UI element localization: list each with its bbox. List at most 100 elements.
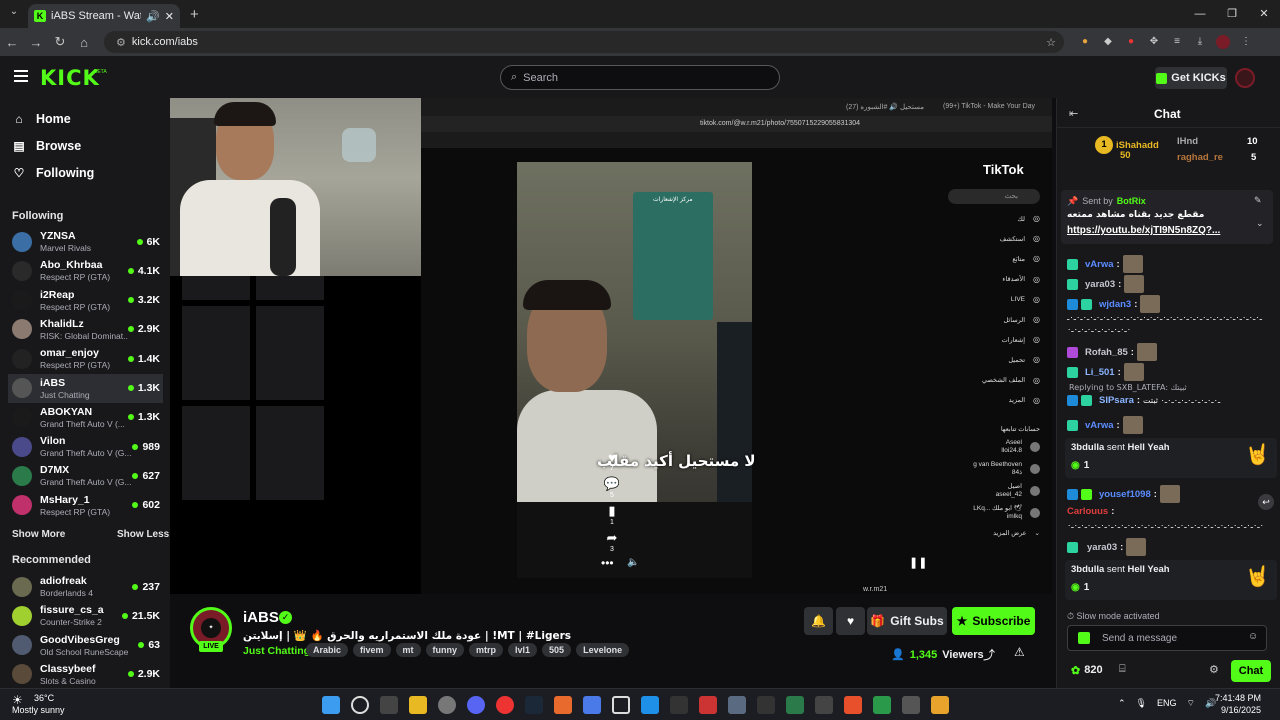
media-control-icon[interactable]: ≡ xyxy=(1170,35,1184,49)
clock[interactable]: 7:41:48 PM 9/16/2025 xyxy=(1215,692,1261,716)
app-icon[interactable] xyxy=(554,696,572,714)
url-field[interactable]: ⚙ kick.com/iabs ☆ xyxy=(104,31,1064,53)
minimize-icon[interactable]: — xyxy=(1184,0,1216,28)
tiktok-following-account[interactable]: LKq... ابو ملك 🕊 imlkq xyxy=(973,505,1040,521)
tag-fivem[interactable]: fivem xyxy=(353,643,391,657)
profile-icon[interactable] xyxy=(1216,35,1230,49)
bookmark-star-icon[interactable]: ☆ xyxy=(1046,36,1056,49)
sidebar-channel-abokyan[interactable]: ABOKYAN Grand Theft Auto V (... 1.3K xyxy=(8,403,163,432)
nav-home[interactable]: ⌂ Home xyxy=(12,112,70,126)
tiktok-nav-item[interactable]: لك ◎ xyxy=(1018,214,1040,223)
nav-following[interactable]: ♡ Following xyxy=(12,166,95,180)
app-icon[interactable] xyxy=(699,696,717,714)
app-icon[interactable] xyxy=(902,696,920,714)
menu-icon[interactable] xyxy=(14,70,28,82)
user-avatar[interactable] xyxy=(1235,68,1255,88)
chat-settings-gear-icon[interactable]: ⚙ xyxy=(1209,663,1219,676)
app-icon[interactable] xyxy=(931,696,949,714)
notification-bell-button[interactable]: 🔔 xyxy=(804,607,833,635)
chat-username[interactable]: Rofah_85 xyxy=(1085,347,1128,358)
tab-close-icon[interactable]: ✕ xyxy=(165,10,174,23)
get-kicks-button[interactable]: Get KICKs xyxy=(1155,67,1227,89)
chat-input[interactable]: Send a message ☺ xyxy=(1067,625,1267,651)
nav-browse[interactable]: ▤ Browse xyxy=(12,139,81,153)
tiktok-following-account[interactable]: اصيل aseel_42 xyxy=(996,483,1040,499)
subscribe-button[interactable]: ★ Subscribe xyxy=(952,607,1035,635)
pause-icon[interactable]: ❚❚ xyxy=(909,556,927,569)
tag-funny[interactable]: funny xyxy=(425,643,465,657)
app-icon[interactable] xyxy=(670,696,688,714)
like-button[interactable]: ♥ 7 xyxy=(602,450,622,472)
tiktok-nav-item[interactable]: الرسائل ◎ xyxy=(1003,315,1040,324)
sidebar-channel-omar_enjoy[interactable]: omar_enjoy Respect RP (GTA) 1.4K xyxy=(8,344,163,373)
chat-username[interactable]: Carlouus xyxy=(1067,506,1108,517)
sidebar-channel-adiofreak[interactable]: adiofreak Borderlands 4 237 xyxy=(8,572,163,601)
share-button[interactable]: ➦ 3 xyxy=(602,530,622,553)
sidebar-channel-fissure_cs_a[interactable]: fissure_cs_a Counter-Strike 2 21.5K xyxy=(8,601,163,630)
downloads-icon[interactable]: ⤓ xyxy=(1193,35,1207,49)
sidebar-channel-iabs[interactable]: iABS Just Chatting 1.3K xyxy=(8,373,163,403)
steam-icon[interactable] xyxy=(525,696,543,714)
tab-audio-icon[interactable]: 🔊 xyxy=(146,10,160,23)
extension-icon-2[interactable]: ◆ xyxy=(1101,35,1115,49)
app-icon[interactable] xyxy=(873,696,891,714)
tiktok-nav-item[interactable]: المزيد ◎ xyxy=(1009,396,1040,405)
show-less-button[interactable]: Show Less xyxy=(117,529,169,540)
browser-menu-icon[interactable]: ⋮ xyxy=(1239,35,1253,49)
app-icon[interactable] xyxy=(786,696,804,714)
tag-505[interactable]: 505 xyxy=(542,643,572,657)
sidebar-channel-classybeef[interactable]: Classybeef Slots & Casino 2.9K xyxy=(8,660,163,689)
tiktok-nav-item[interactable]: الملف الشخصي ◎ xyxy=(982,376,1040,385)
chat-username[interactable]: vArwa xyxy=(1085,420,1114,431)
sidebar-channel-goodvibesgreg[interactable]: GoodVibesGreg Old School RuneScape 63 xyxy=(8,631,163,660)
chat-username[interactable]: vArwa xyxy=(1085,259,1114,270)
follow-heart-button[interactable]: ♥ xyxy=(836,607,865,635)
back-icon[interactable]: ← xyxy=(0,35,24,50)
gift-subs-button[interactable]: 🎁 Gift Subs xyxy=(867,607,947,635)
discord-icon[interactable] xyxy=(467,696,485,714)
chrome-icon[interactable] xyxy=(496,696,514,714)
settings-app-icon[interactable] xyxy=(438,696,456,714)
start-windows-icon[interactable] xyxy=(322,696,340,714)
sidebar-channel-vilon[interactable]: Vilon Grand Theft Auto V (G... 989 xyxy=(8,432,163,461)
tiktok-nav-item[interactable]: إشعارات ◎ xyxy=(1002,335,1040,344)
app-icon[interactable] xyxy=(844,696,862,714)
extension-icon-1[interactable]: ● xyxy=(1078,35,1092,49)
app-icon[interactable] xyxy=(757,696,775,714)
collapse-chat-icon[interactable]: ⇤ xyxy=(1069,107,1078,120)
app-icon[interactable] xyxy=(641,696,659,714)
search-icon[interactable] xyxy=(351,696,369,714)
tag-arabic[interactable]: Arabic xyxy=(306,643,349,657)
search-input[interactable]: ⌕ Search xyxy=(500,65,780,90)
tiktok-nav-item[interactable]: LIVE ◎ xyxy=(1011,295,1040,304)
chat-username[interactable]: yara03 xyxy=(1087,542,1117,553)
browser-tab[interactable]: K iABS Stream - Watch Live o 🔊 ✕ xyxy=(28,4,180,28)
app-icon[interactable] xyxy=(612,696,630,714)
badge-select-icon[interactable] xyxy=(1078,632,1090,644)
tray-chevron-icon[interactable]: ⌃ xyxy=(1118,698,1126,709)
app-icon[interactable] xyxy=(728,696,746,714)
store-icon[interactable]: ⌸ xyxy=(1119,663,1126,676)
extension-icon-3[interactable]: ● xyxy=(1124,35,1138,49)
home-browser-icon[interactable]: ⌂ xyxy=(72,35,96,50)
chat-username[interactable]: wjdan3 xyxy=(1099,299,1131,310)
kick-logo[interactable]: KICK xyxy=(40,66,100,90)
tiktok-nav-item[interactable]: الأصدقاء ◎ xyxy=(1002,275,1040,284)
chat-username[interactable]: yara03 xyxy=(1085,279,1115,290)
stream-category[interactable]: Just Chatting xyxy=(243,645,310,657)
pinned-link[interactable]: https://youtu.be/xjTI9N5n8ZQ?... xyxy=(1067,225,1220,236)
tiktok-following-account[interactable]: g van Beethoven 8ذ4 xyxy=(973,461,1040,477)
tag-levelone[interactable]: Levelone xyxy=(576,643,630,657)
share-icon[interactable]: ⤴ xyxy=(983,646,995,663)
sidebar-channel-yznsa[interactable]: YZNSA Marvel Rivals 6K xyxy=(8,227,163,256)
file-explorer-icon[interactable] xyxy=(409,696,427,714)
tiktok-nav-item[interactable]: تحميل ◎ xyxy=(1008,355,1040,364)
sidebar-channel-abo_khrbaa[interactable]: Abo_Khrbaa Respect RP (GTA) 4.1K xyxy=(8,256,163,285)
sidebar-channel-khalidlz[interactable]: KhalidLz RISK: Global Dominat... 2.9K xyxy=(8,315,163,344)
extensions-puzzle-icon[interactable]: ✥ xyxy=(1147,35,1161,49)
channel-name[interactable]: iABS xyxy=(243,609,279,626)
reload-icon[interactable]: ↻ xyxy=(48,34,72,50)
tag-lvl1[interactable]: lvl1 xyxy=(508,643,538,657)
tag-mt[interactable]: mt xyxy=(395,643,421,657)
channel-points[interactable]: ✿ 820 xyxy=(1071,664,1103,677)
